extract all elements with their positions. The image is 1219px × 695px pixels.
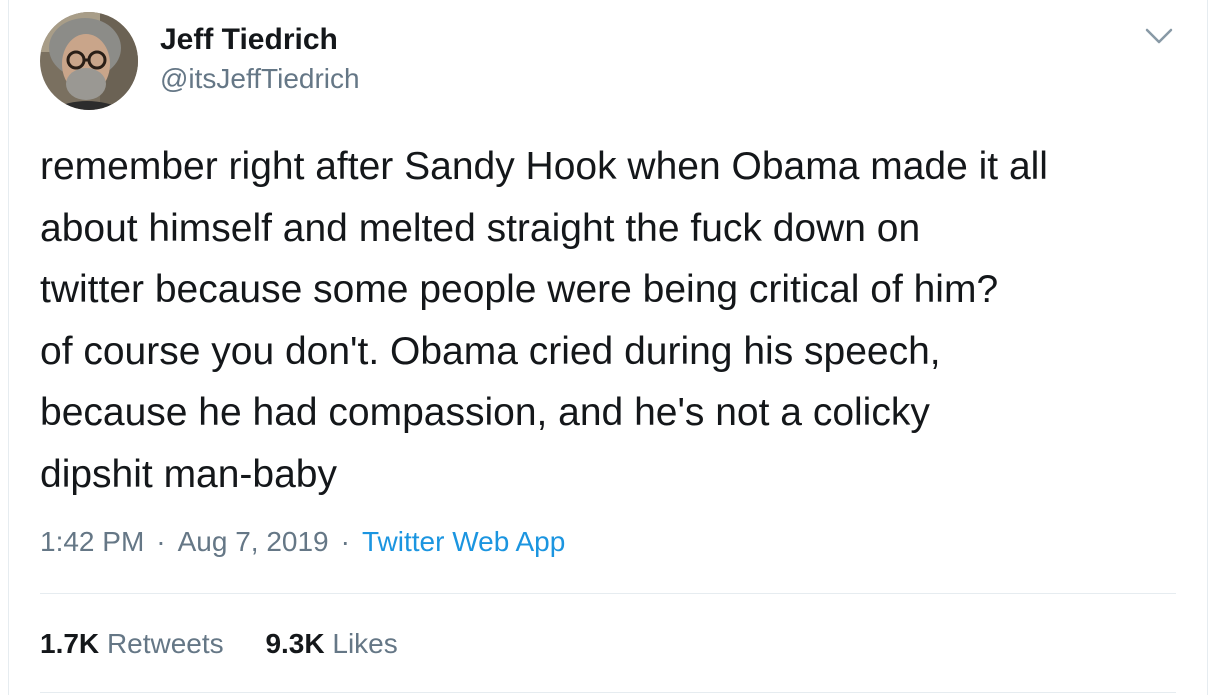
likes-count: 9.3K — [265, 628, 325, 659]
tweet-text: remember right after Sandy Hook when Oba… — [40, 145, 1048, 496]
author-handle[interactable]: @itsJeffTiedrich — [160, 62, 360, 96]
avatar[interactable] — [40, 12, 138, 110]
tweet-metadata: 1:42 PM · Aug 7, 2019 · Twitter Web App — [40, 522, 565, 562]
tweet-source-link[interactable]: Twitter Web App — [362, 526, 565, 557]
likes-label: Likes — [332, 628, 398, 659]
tweet-stats: 1.7K Retweets 9.3K Likes — [40, 624, 432, 664]
divider — [40, 593, 1176, 594]
card-left-border — [8, 0, 9, 695]
likes-stat[interactable]: 9.3K Likes — [265, 628, 397, 659]
divider — [40, 692, 1176, 693]
avatar-image — [40, 12, 138, 110]
retweets-count: 1.7K — [40, 628, 100, 659]
tweet-card: Jeff Tiedrich @itsJeffTiedrich remember … — [0, 0, 1219, 695]
chevron-down-icon[interactable] — [1143, 24, 1175, 48]
tweet-date[interactable]: Aug 7, 2019 — [178, 526, 329, 557]
meta-separator: · — [156, 526, 166, 557]
retweets-stat[interactable]: 1.7K Retweets — [40, 628, 231, 659]
retweets-label: Retweets — [106, 628, 224, 659]
card-right-border — [1207, 0, 1208, 695]
meta-separator: · — [340, 526, 350, 557]
author-display-name[interactable]: Jeff Tiedrich — [160, 22, 338, 58]
tweet-time[interactable]: 1:42 PM — [40, 526, 144, 557]
